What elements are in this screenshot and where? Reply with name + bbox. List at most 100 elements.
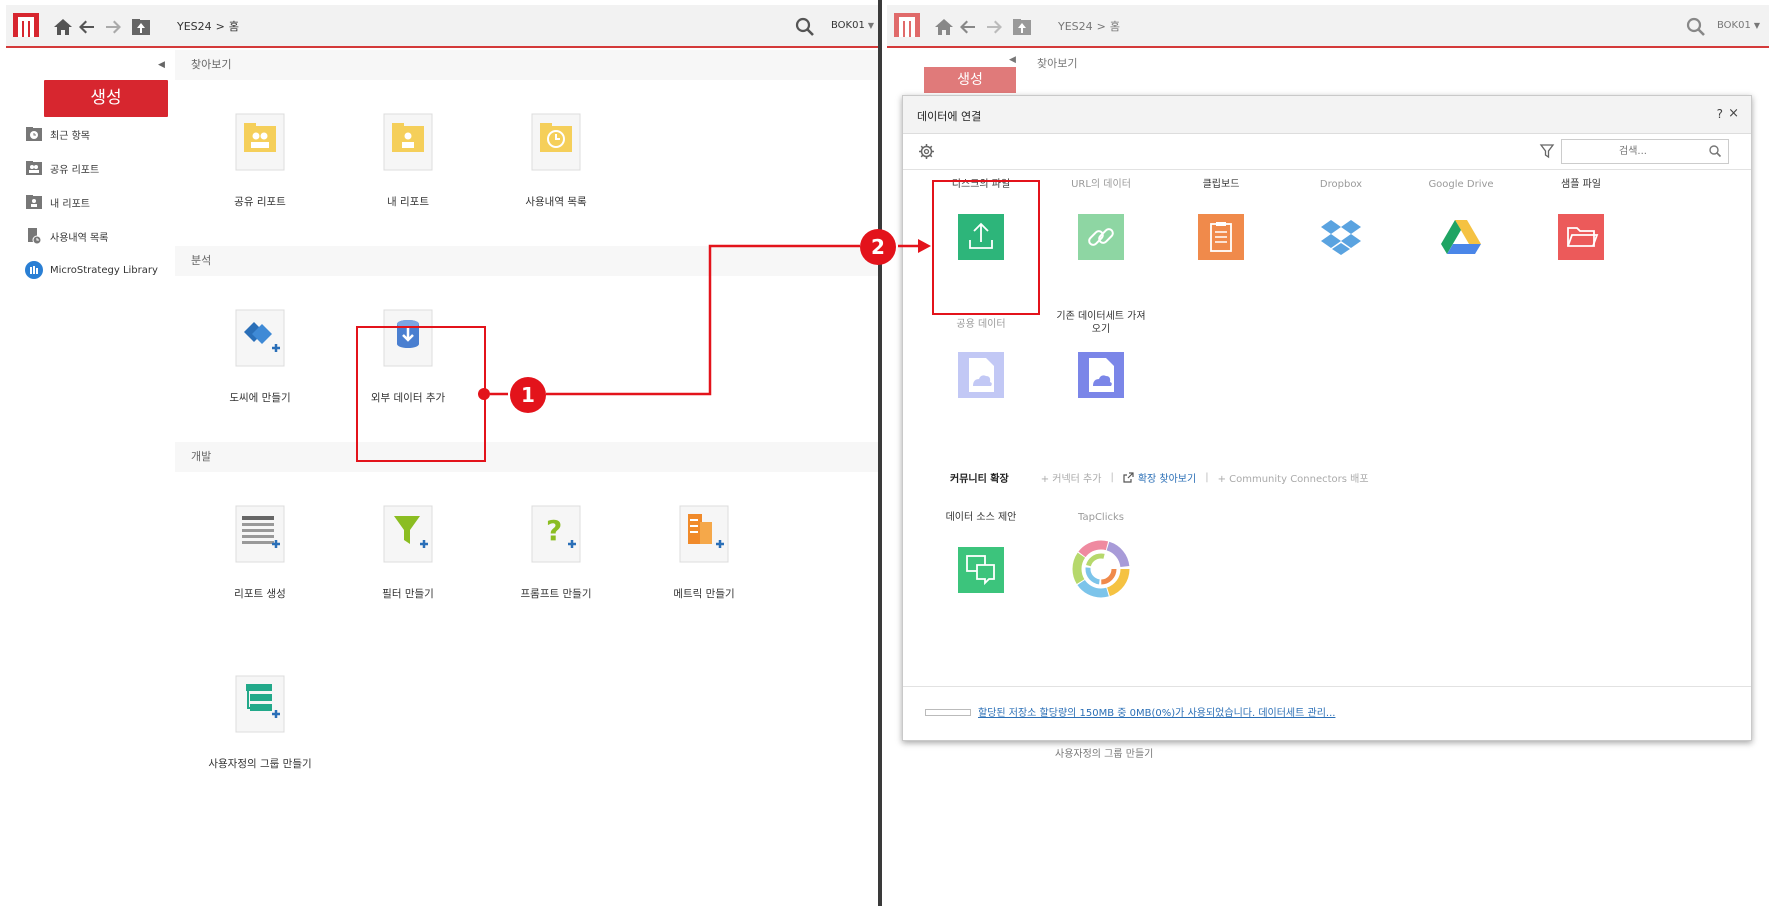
dossier-icon (234, 308, 286, 368)
search-icon[interactable] (794, 16, 816, 38)
source-label: URL의 데이터 (1071, 179, 1131, 190)
user-menu[interactable]: BOK01 ▼ (1717, 20, 1760, 31)
breadcrumb-home[interactable]: 홈 (1110, 20, 1120, 33)
external-link-icon (1123, 471, 1134, 483)
shared-reports-icon (234, 112, 286, 172)
source-url-data[interactable]: URL의 데이터 (1041, 178, 1161, 298)
source-dropbox[interactable]: Dropbox (1281, 178, 1401, 298)
gear-icon[interactable] (918, 143, 935, 160)
prompt-create-icon: ? (530, 504, 582, 564)
report-create-icon (234, 504, 286, 564)
up-folder-icon[interactable] (130, 16, 152, 38)
source-google-drive[interactable]: Google Drive (1401, 178, 1521, 298)
collapse-sidebar-icon[interactable]: ◀ (158, 60, 165, 70)
tile-label: 프롬프트 만들기 (520, 588, 592, 600)
source-public-data[interactable]: 공용 데이터 (921, 316, 1041, 436)
search-input[interactable] (1562, 140, 1692, 163)
breadcrumb-separator: > (215, 20, 225, 33)
storage-usage-bar (925, 709, 971, 716)
source-clipboard[interactable]: 클립보드 (1161, 178, 1281, 298)
tile-create-custom-group[interactable]: 사용자정의 그룹 만들기 (195, 674, 325, 794)
help-icon[interactable]: ? (1717, 107, 1723, 121)
link-icon (1078, 214, 1124, 260)
user-name: BOK01 (831, 20, 865, 31)
user-menu[interactable]: BOK01 ▼ (831, 20, 874, 31)
breadcrumb-project[interactable]: YES24 (1058, 20, 1093, 33)
sidebar-item-my-reports[interactable]: 내 리포트 (24, 191, 90, 213)
main-content: 찾아보기 공유 리포트 내 리포트 사용내역 목록 분석 도씨에 만들기 외부 … (175, 50, 878, 906)
tile-history-list[interactable]: 사용내역 목록 (491, 112, 621, 232)
clipboard-icon (1198, 214, 1244, 260)
sidebar-item-shared-reports[interactable]: 공유 리포트 (24, 157, 99, 179)
svg-text:?: ? (546, 514, 562, 547)
tile-label: 메트릭 만들기 (673, 588, 735, 600)
source-existing-dataset[interactable]: 기존 데이터세트 가져 오기 (1041, 311, 1161, 436)
tile-my-reports[interactable]: 내 리포트 (343, 112, 473, 232)
tile-label: 내 리포트 (387, 196, 429, 208)
history-list-icon (530, 112, 582, 172)
forward-arrow-icon[interactable] (102, 16, 124, 38)
search-icon[interactable] (1708, 144, 1722, 158)
dialog-toolbar (903, 134, 1751, 170)
panel-divider (878, 0, 882, 906)
source-label: 공용 데이터 (956, 319, 1006, 330)
breadcrumb-home[interactable]: 홈 (229, 20, 239, 33)
search-field (1561, 139, 1729, 164)
tile-create-prompt[interactable]: ? 프롬프트 만들기 (491, 504, 621, 624)
breadcrumb-project[interactable]: YES24 (177, 20, 212, 33)
sidebar: ◀ 생성 최근 항목 공유 리포트 내 리포트 사용내역 목록 MicroStr… (6, 50, 175, 906)
library-icon (24, 261, 44, 279)
find-extensions-link[interactable]: 확장 찾아보기 (1138, 470, 1196, 485)
dialog-footer: 할당된 저장소 할당량의 150MB 중 0MB(0%)가 사용되었습니다. 데… (903, 686, 1751, 740)
tile-create-metric[interactable]: 메트릭 만들기 (639, 504, 769, 624)
source-label: 데이터 소스 제안 (945, 512, 1017, 523)
forward-arrow-icon[interactable] (983, 16, 1005, 38)
search-icon[interactable] (1685, 16, 1707, 38)
custom-group-icon (234, 674, 286, 734)
source-tapclicks[interactable]: TapClicks (1041, 511, 1161, 631)
source-suggest-data-source[interactable]: 데이터 소스 제안 (921, 511, 1041, 631)
close-icon[interactable]: × (1728, 106, 1739, 121)
back-arrow-icon[interactable] (76, 16, 98, 38)
sidebar-item-history[interactable]: 사용내역 목록 (24, 225, 108, 247)
filter-icon[interactable] (1539, 143, 1555, 159)
microstrategy-logo-icon[interactable] (12, 11, 40, 39)
section-header-browse: 찾아보기 (175, 50, 878, 80)
community-title: 커뮤니티 확장 (950, 473, 1009, 485)
shared-folder-icon (24, 159, 44, 177)
section-header-browse: 찾아보기 (1037, 57, 1078, 70)
top-bar: YES24 > 홈 BOK01 ▼ (6, 5, 878, 48)
sidebar-item-label: 사용내역 목록 (50, 232, 109, 244)
tile-shared-reports[interactable]: 공유 리포트 (195, 112, 325, 232)
source-sample-files[interactable]: 샘플 파일 (1521, 178, 1641, 298)
tile-label: 필터 만들기 (382, 588, 434, 600)
highlight-disk-file (932, 180, 1040, 315)
home-icon[interactable] (52, 16, 74, 38)
source-label: Google Drive (1428, 179, 1494, 190)
dialog-header: 데이터에 연결 ? × (903, 96, 1751, 134)
breadcrumb: YES24 > 홈 (177, 18, 243, 34)
step-1-callout: 1 (510, 377, 546, 413)
collapse-sidebar-icon[interactable]: ◀ (1009, 55, 1016, 65)
up-folder-icon[interactable] (1011, 16, 1033, 38)
tile-label: 도씨에 만들기 (229, 392, 291, 404)
create-button[interactable]: 생성 (44, 80, 168, 117)
tile-create-filter[interactable]: 필터 만들기 (343, 504, 473, 624)
chevron-down-icon: ▼ (867, 21, 874, 30)
back-arrow-icon[interactable] (957, 16, 979, 38)
create-button[interactable]: 생성 (924, 67, 1016, 93)
metric-create-icon (678, 504, 730, 564)
source-label: 기존 데이터세트 가져 오기 (1056, 311, 1146, 335)
tile-create-report[interactable]: 리포트 생성 (195, 504, 325, 624)
screenshot-root: YES24 > 홈 BOK01 ▼ ◀ 생성 최근 항목 공유 리포트 내 리포트 (0, 0, 1769, 906)
sidebar-item-library[interactable]: MicroStrategy Library (24, 259, 158, 281)
microstrategy-logo-icon[interactable] (893, 11, 921, 39)
deploy-connectors-link[interactable]: + Community Connectors 배포 (1218, 470, 1369, 485)
tile-label: 사용자정의 그룹 만들기 (1055, 749, 1154, 760)
manage-datasets-link[interactable]: 할당된 저장소 할당량의 150MB 중 0MB(0%)가 사용되었습니다. 데… (978, 704, 1335, 719)
home-icon[interactable] (933, 16, 955, 38)
tile-create-dossier[interactable]: 도씨에 만들기 (195, 308, 325, 428)
source-label: Dropbox (1319, 179, 1363, 190)
add-connector-link[interactable]: + 커넥터 추가 (1041, 470, 1102, 485)
sidebar-item-recent[interactable]: 최근 항목 (24, 123, 90, 145)
